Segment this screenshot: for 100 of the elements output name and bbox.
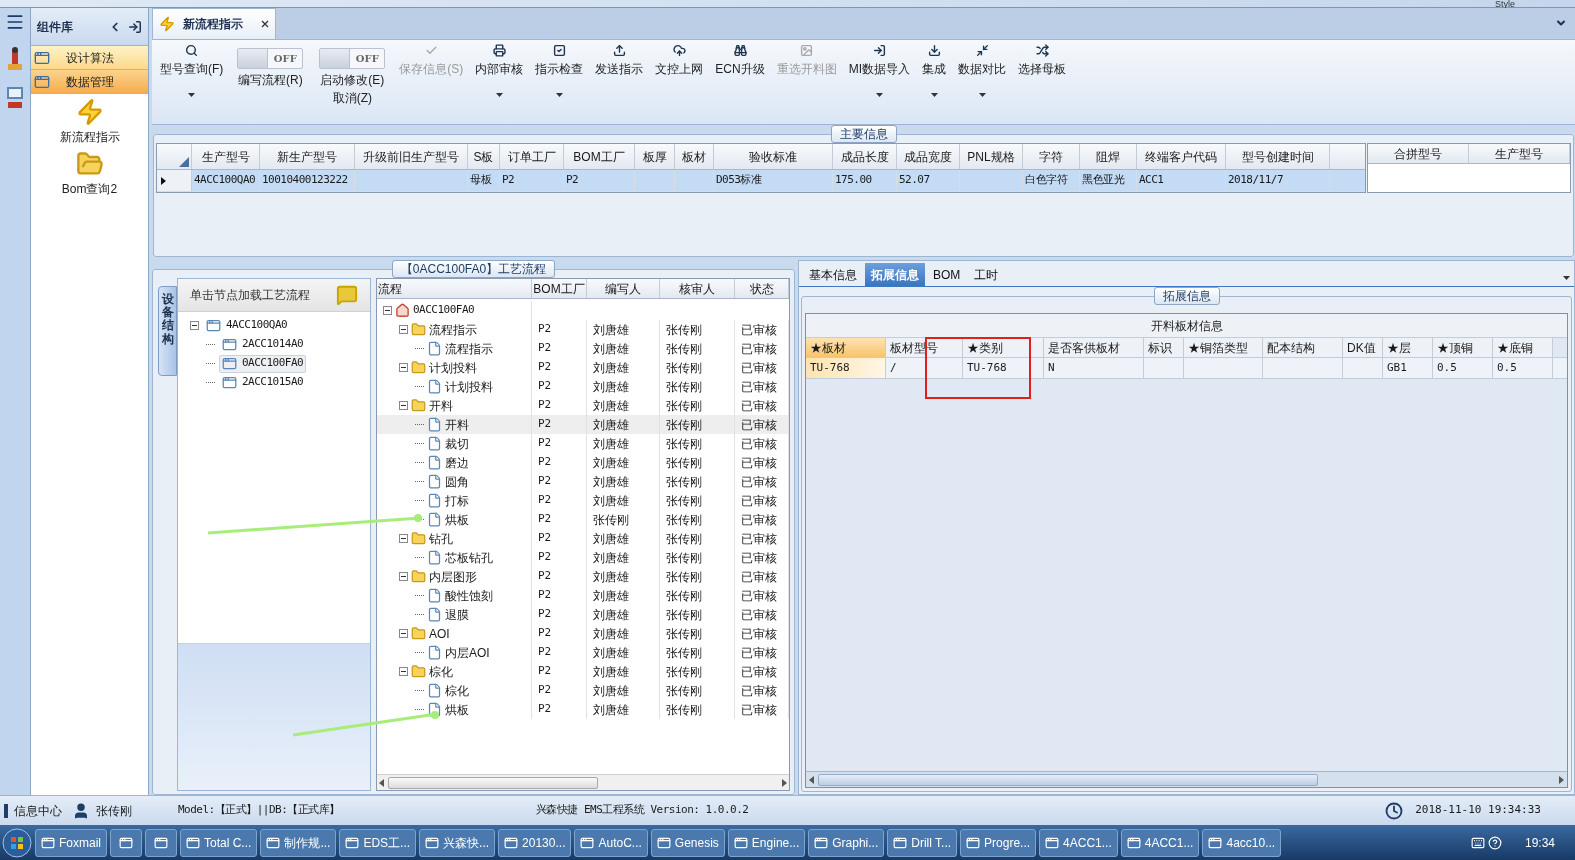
column-header[interactable]: 流程 — [377, 279, 532, 298]
sidebar-group[interactable]: 设计算法 — [31, 46, 148, 70]
taskbar-clock[interactable]: 19:34 — [1524, 833, 1555, 852]
column-header[interactable]: ★板材 — [806, 338, 886, 357]
column-header[interactable]: 板厚 — [635, 144, 675, 169]
tab[interactable]: 拓展信息 — [865, 263, 925, 286]
tree-row[interactable]: 计划投料 P2 刘唐雄 张传刚 已审核 — [377, 377, 789, 396]
column-header[interactable]: DK值 — [1343, 338, 1383, 357]
toolbar-button[interactable]: 指示检查 — [529, 40, 590, 110]
column-header[interactable]: 成品宽度 — [897, 144, 960, 169]
column-header[interactable]: 生产型号 — [1469, 144, 1570, 163]
column-header[interactable]: 阻焊 — [1080, 144, 1137, 169]
column-header[interactable]: 核审人 — [660, 279, 735, 298]
column-header[interactable]: BOM工厂 — [564, 144, 635, 169]
column-header[interactable]: 订单工厂 — [500, 144, 564, 169]
taskbar-button[interactable]: 20130... — [498, 828, 572, 857]
toolbar-button[interactable]: 启动修改(E) — [320, 73, 385, 87]
tree-row[interactable]: 酸性蚀刻 P2 刘唐雄 张传刚 已审核 — [377, 586, 789, 605]
collapse-icon[interactable] — [399, 325, 408, 334]
taskbar-button[interactable]: Foxmail — [35, 828, 107, 857]
tree-item[interactable]: 2ACC1014A0 — [219, 335, 307, 354]
tree-row[interactable]: 棕化 P2 刘唐雄 张传刚 已审核 — [377, 662, 789, 681]
column-header[interactable]: 生产型号 — [192, 144, 260, 169]
taskbar-button[interactable]: EDS工... — [339, 828, 417, 857]
tree-item[interactable]: 0ACC100FA0 — [219, 354, 307, 373]
collapse-icon[interactable] — [399, 401, 408, 410]
taskbar-button[interactable] — [145, 828, 177, 857]
tree-row[interactable]: 磨边 P2 刘唐雄 张传刚 已审核 — [377, 453, 789, 472]
toolbar-button[interactable]: 型号查询(F) — [154, 40, 230, 110]
tree-row[interactable]: 0ACC100FA0 — [377, 301, 789, 320]
tree-row[interactable]: 内层图形 P2 刘唐雄 张传刚 已审核 — [377, 567, 789, 586]
side-tab[interactable]: 设备结构 — [158, 286, 177, 376]
table-row[interactable]: 4ACC100QA0 10010400123222 母板 P2 P2 D053标准 175.00 52.07 白色字符 黑色亚光 ACC1 2018/11/7 — [157, 170, 1365, 192]
info-center-label[interactable]: 信息中心 — [14, 801, 62, 820]
help-icon[interactable] — [1487, 835, 1502, 850]
tree-row[interactable]: 棕化 P2 刘唐雄 张传刚 已审核 — [377, 681, 789, 700]
scroll-left-icon[interactable] — [809, 775, 814, 784]
toolbar-button[interactable]: 取消(Z) — [332, 91, 372, 105]
taskbar-button[interactable]: Progre... — [960, 828, 1037, 857]
tree-row[interactable]: 打标 P2 刘唐雄 张传刚 已审核 — [377, 491, 789, 510]
taskbar-button[interactable]: Genesis — [650, 828, 725, 857]
document-tab[interactable]: 新流程指示 — [152, 8, 276, 39]
enter-icon[interactable] — [128, 19, 142, 34]
sidebar-group[interactable]: 数据管理 — [31, 70, 148, 94]
style-menu[interactable]: Style — [1495, 0, 1515, 8]
column-header[interactable]: PNL规格 — [960, 144, 1023, 169]
tree-row[interactable]: AOI P2 刘唐雄 张传刚 已审核 — [377, 624, 789, 643]
tree-row[interactable]: 流程指示 P2 刘唐雄 张传刚 已审核 — [377, 339, 789, 358]
collapse-icon[interactable] — [399, 363, 408, 372]
taskbar-button[interactable]: 4ACC1... — [1120, 828, 1200, 857]
sidebar-tile[interactable]: 新流程指示 — [31, 94, 148, 146]
taskbar-button[interactable]: 兴森快... — [419, 828, 496, 857]
taskbar-button[interactable]: 4acc10... — [1202, 828, 1282, 857]
taskbar-button[interactable]: 4ACC1... — [1039, 828, 1118, 857]
toolbar-button[interactable]: ECN升级 — [709, 40, 771, 110]
column-header[interactable]: ★层 — [1383, 338, 1433, 357]
toolbar-button[interactable]: 编写流程(R) — [238, 73, 303, 87]
tree-row[interactable]: 计划投料 P2 刘唐雄 张传刚 已审核 — [377, 358, 789, 377]
column-header[interactable]: 成品长度 — [833, 144, 897, 169]
tree-row[interactable]: 内层AOI P2 刘唐雄 张传刚 已审核 — [377, 643, 789, 662]
tree-row[interactable]: 流程指示 P2 刘唐雄 张传刚 已审核 — [377, 320, 789, 339]
collapse-icon[interactable] — [399, 534, 408, 543]
tab[interactable]: 基本信息 — [803, 263, 863, 286]
collapse-icon[interactable] — [399, 667, 408, 676]
collapse-icon[interactable] — [190, 321, 199, 330]
toolbar-button[interactable]: 文控上网 — [649, 40, 710, 110]
taskbar-button[interactable]: Drill T... — [887, 828, 958, 857]
column-header[interactable]: ★顶铜 — [1433, 338, 1493, 357]
taskbar-button[interactable]: Total C... — [180, 828, 258, 857]
tower-icon[interactable] — [5, 46, 25, 72]
column-header[interactable]: 状态 — [735, 279, 789, 298]
tree-row[interactable]: 芯板钻孔 P2 刘唐雄 张传刚 已审核 — [377, 548, 789, 567]
column-header[interactable]: 验收标准 — [714, 144, 833, 169]
tree-row[interactable]: 开料 P2 刘唐雄 张传刚 已审核 — [377, 415, 789, 434]
column-header[interactable]: 终端客户代码 — [1137, 144, 1226, 169]
column-header[interactable]: 标识 — [1144, 338, 1184, 357]
sidebar-tile[interactable]: Bom查询2 — [31, 146, 148, 198]
column-header[interactable]: ★底铜 — [1493, 338, 1553, 357]
scroll-right-icon[interactable] — [1559, 775, 1564, 784]
tree-row[interactable]: 裁切 P2 刘唐雄 张传刚 已审核 — [377, 434, 789, 453]
column-header[interactable]: 是否客供板材 — [1044, 338, 1144, 357]
column-header[interactable]: 新生产型号 — [260, 144, 355, 169]
horizontal-scrollbar[interactable] — [806, 771, 1567, 787]
toolbar-button[interactable]: 内部审核 — [469, 40, 530, 110]
tree-row[interactable]: 圆角 P2 刘唐雄 张传刚 已审核 — [377, 472, 789, 491]
toolbar-button[interactable]: 数据对比 — [952, 40, 1012, 110]
tab[interactable]: BOM — [927, 263, 967, 286]
column-header[interactable]: BOM工厂 — [532, 279, 587, 298]
tree-row[interactable]: 退膜 P2 刘唐雄 张传刚 已审核 — [377, 605, 789, 624]
column-header[interactable]: 配本结构 — [1263, 338, 1343, 357]
taskbar-button[interactable]: Engine... — [727, 828, 806, 857]
keyboard-icon[interactable] — [1470, 835, 1485, 850]
collapse-icon[interactable] — [399, 629, 408, 638]
monitor-icon[interactable] — [6, 86, 24, 110]
toolbar-button[interactable]: MI数据导入 — [842, 40, 916, 110]
horizontal-scrollbar[interactable] — [377, 774, 789, 790]
column-header[interactable]: 字符 — [1023, 144, 1080, 169]
tree-row[interactable]: 钻孔 P2 刘唐雄 张传刚 已审核 — [377, 529, 789, 548]
toolbar-button[interactable]: 发送指示 — [589, 40, 650, 110]
taskbar-button[interactable] — [110, 828, 142, 857]
